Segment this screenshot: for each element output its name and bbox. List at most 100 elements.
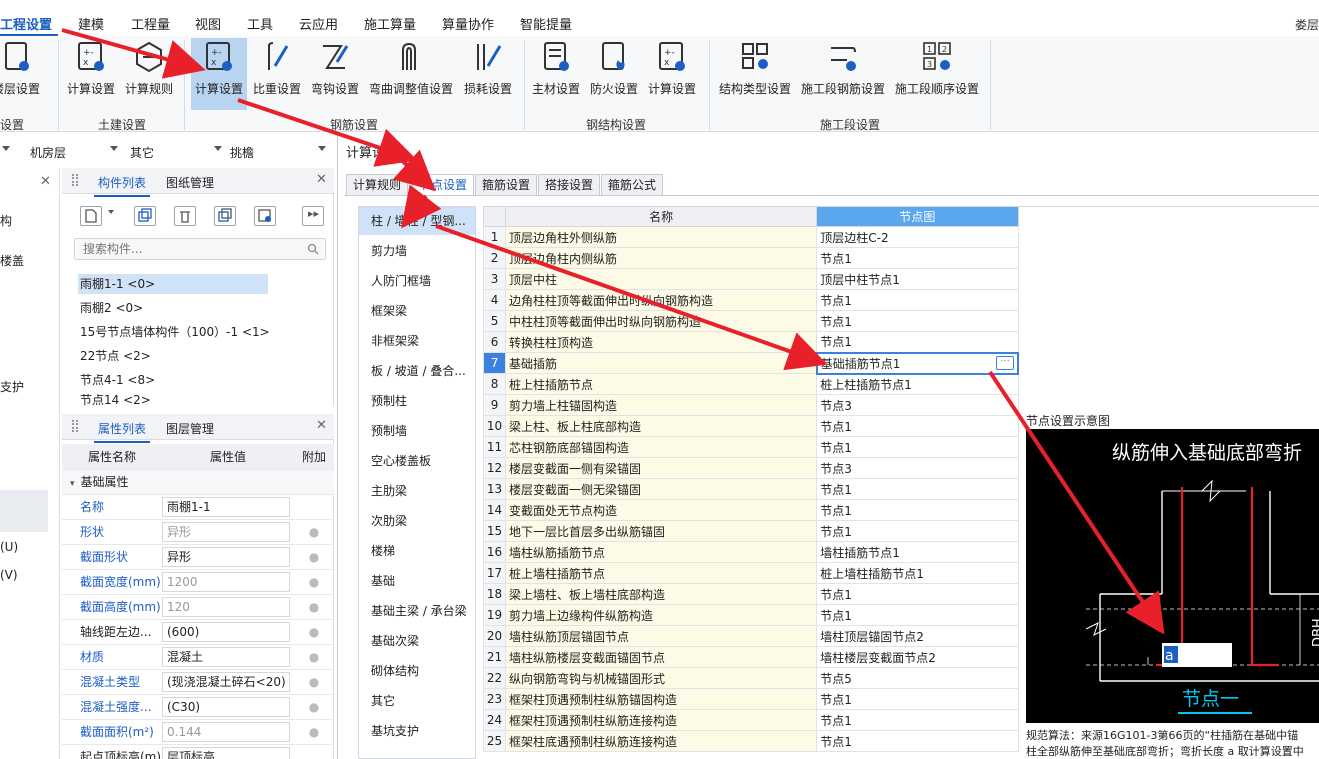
row-node-diagram[interactable]: 桩上墙柱插筋节点1 <box>816 562 1019 584</box>
copy-to-floor-button[interactable] <box>214 206 236 226</box>
collapse-caret-icon[interactable]: ▾ <box>70 479 75 489</box>
chevron-down-icon[interactable] <box>318 146 326 151</box>
tab-node-settings[interactable]: 节点设置 <box>412 174 475 196</box>
menu-project-settings[interactable]: 工程设置 <box>0 14 52 33</box>
ellipsis-button[interactable]: ··· <box>996 355 1014 370</box>
civil-calc-settings-button[interactable]: +- x 计算设置 <box>63 38 119 108</box>
tab-component-list[interactable]: 构件列表 <box>93 174 151 197</box>
chevron-down-icon[interactable] <box>2 146 10 151</box>
row-node-diagram[interactable]: 节点1 <box>816 436 1019 458</box>
property-extra-checkbox[interactable]: ● <box>294 519 334 545</box>
node-row[interactable]: 23 框架柱顶遇预制柱纵筋锚固构造 节点1 <box>482 688 1019 710</box>
property-value-field[interactable]: 混凝土 <box>162 646 290 667</box>
tab-calc-rules[interactable]: 计算规则 <box>346 174 409 196</box>
component-item[interactable]: 15号节点墙体构件（100）-1 <1> <box>78 322 270 342</box>
main-material-settings-button[interactable]: 主材设置 <box>528 38 584 108</box>
property-value-field[interactable]: (600) <box>162 621 290 642</box>
node-row[interactable]: 17 桩上墙柱插筋节点 桩上墙柱插筋节点1 <box>482 562 1019 584</box>
tab-drawing-management[interactable]: 图纸管理 <box>166 174 214 191</box>
row-node-diagram[interactable]: 节点1 <box>816 331 1019 353</box>
drag-grip-icon[interactable] <box>72 420 78 432</box>
floor-select[interactable]: 机房层 <box>30 144 66 161</box>
nav-tree-item[interactable]: 支护 <box>0 378 24 395</box>
category-item[interactable]: 基础 <box>359 567 475 595</box>
calc-rules-button[interactable]: 计算规则 <box>121 38 177 108</box>
loss-settings-button[interactable]: 损耗设置 <box>460 38 516 108</box>
node-row[interactable]: 7 基础插筋 基础插筋节点1 ··· <box>482 351 1020 375</box>
category-select[interactable]: 其它 <box>130 144 154 161</box>
node-row[interactable]: 12 楼层变截面一侧有梁锚固 节点3 <box>482 457 1019 479</box>
search-icon[interactable] <box>307 243 319 255</box>
property-row[interactable]: 混凝土类型 (现浇混凝土碎石<20) ● <box>62 669 334 695</box>
node-row[interactable]: 8 桩上柱插筋节点 桩上柱插筋节点1 <box>482 373 1019 395</box>
property-row[interactable]: 截面面积(m²) 0.144 ● <box>62 719 334 745</box>
row-node-diagram[interactable]: 顶层中柱节点1 <box>816 268 1019 290</box>
category-item[interactable]: 空心楼盖板 <box>359 447 475 475</box>
property-row[interactable]: 形状 异形 ● <box>62 519 334 545</box>
row-node-diagram[interactable]: 节点3 <box>816 394 1019 416</box>
property-extra-checkbox[interactable]: ● <box>294 594 334 620</box>
category-item[interactable]: 主肋梁 <box>359 477 475 505</box>
row-node-diagram[interactable]: 节点1 <box>816 415 1019 437</box>
node-row[interactable]: 5 中柱柱顶等截面伸出时纵向钢筋构造 节点1 <box>482 310 1019 332</box>
row-node-diagram[interactable]: 基础插筋节点1 ··· <box>815 351 1020 375</box>
node-row[interactable]: 1 顶层边角柱外侧纵筋 顶层边柱C-2 <box>482 226 1019 248</box>
row-node-diagram[interactable]: 节点5 <box>816 667 1019 689</box>
tab-layer-management[interactable]: 图层管理 <box>166 420 214 437</box>
drag-grip-icon[interactable] <box>72 174 78 186</box>
category-item[interactable]: 框架梁 <box>359 297 475 325</box>
property-extra-checkbox[interactable]: ● <box>294 569 334 595</box>
chevron-down-icon[interactable] <box>214 146 222 151</box>
property-row[interactable]: 截面宽度(mm) 1200 ● <box>62 569 334 595</box>
pick-component-button[interactable] <box>254 206 276 226</box>
row-node-diagram[interactable]: 节点1 <box>816 520 1019 542</box>
component-item[interactable]: 节点4-1 <8> <box>78 370 155 390</box>
node-row[interactable]: 6 转换柱柱顶构造 节点1 <box>482 331 1019 353</box>
rebar-calc-settings-button[interactable]: +- x 计算设置 <box>191 38 247 110</box>
property-value-field[interactable]: 120 <box>162 596 290 617</box>
category-item[interactable]: 基础主梁 / 承台梁 <box>359 597 475 625</box>
node-row[interactable]: 3 顶层中柱 顶层中柱节点1 <box>482 268 1019 290</box>
menu-collaboration[interactable]: 算量协作 <box>442 14 494 33</box>
category-item[interactable]: 板 / 坡道 / 叠合... <box>359 357 475 385</box>
category-item[interactable]: 剪力墙 <box>359 237 475 265</box>
density-settings-button[interactable]: 比重设置 <box>249 38 305 108</box>
node-row[interactable]: 4 边角柱柱顶等截面伸出时纵向钢筋构造 节点1 <box>482 289 1019 311</box>
property-extra-checkbox[interactable]: ● <box>294 619 334 645</box>
row-node-diagram[interactable]: 节点1 <box>816 247 1019 269</box>
component-type-select[interactable]: 挑檐 <box>230 144 254 161</box>
node-row[interactable]: 21 墙柱纵筋楼层变截面锚固节点 墙柱楼层变截面节点2 <box>482 646 1019 668</box>
tab-stirrup-formula[interactable]: 箍筋公式 <box>601 174 664 196</box>
category-item[interactable]: 砌体结构 <box>359 657 475 685</box>
node-row[interactable]: 10 梁上柱、板上柱底部构造 节点1 <box>482 415 1019 437</box>
menu-quantity[interactable]: 工程量 <box>131 14 170 33</box>
menu-smart-extract[interactable]: 智能提量 <box>520 14 572 33</box>
property-extra-checkbox[interactable]: ● <box>294 694 334 720</box>
row-node-diagram[interactable]: 节点1 <box>816 730 1019 752</box>
property-value-field[interactable]: 异形 <box>162 521 290 542</box>
segment-order-settings-button[interactable]: 1 2 3 施工段顺序设置 <box>891 38 983 108</box>
segment-rebar-settings-button[interactable]: 施工段钢筋设置 <box>798 38 888 108</box>
row-node-diagram[interactable]: 墙柱插筋节点1 <box>816 541 1019 563</box>
property-row[interactable]: 名称 雨棚1-1 <box>62 494 334 520</box>
row-node-diagram[interactable]: 节点1 <box>816 310 1019 332</box>
new-component-button[interactable] <box>80 206 102 226</box>
row-node-diagram[interactable]: 节点1 <box>816 709 1019 731</box>
menu-cloud[interactable]: 云应用 <box>299 14 338 33</box>
row-node-diagram[interactable]: 节点1 <box>816 688 1019 710</box>
category-item[interactable]: 基坑支护 <box>359 717 475 745</box>
node-row[interactable]: 9 剪力墙上柱锚固构造 节点3 <box>482 394 1019 416</box>
category-item[interactable]: 预制柱 <box>359 387 475 415</box>
row-node-diagram[interactable]: 墙柱顶层锚固节点2 <box>816 625 1019 647</box>
property-row[interactable]: 轴线距左边... (600) ● <box>62 619 334 645</box>
category-item[interactable]: 预制墙 <box>359 417 475 445</box>
category-item[interactable]: 基础次梁 <box>359 627 475 655</box>
component-search-input[interactable] <box>75 239 295 259</box>
node-row[interactable]: 19 剪力墙上边缘构件纵筋构造 节点1 <box>482 604 1019 626</box>
row-node-diagram[interactable]: 节点1 <box>816 499 1019 521</box>
category-item[interactable]: 其它 <box>359 687 475 715</box>
property-group-row[interactable]: ▾ 基础属性 <box>62 469 334 495</box>
property-value-field[interactable]: 1200 <box>162 571 290 592</box>
more-tools-button[interactable]: ▸▸ <box>302 206 324 226</box>
close-icon[interactable]: ✕ <box>316 418 327 433</box>
